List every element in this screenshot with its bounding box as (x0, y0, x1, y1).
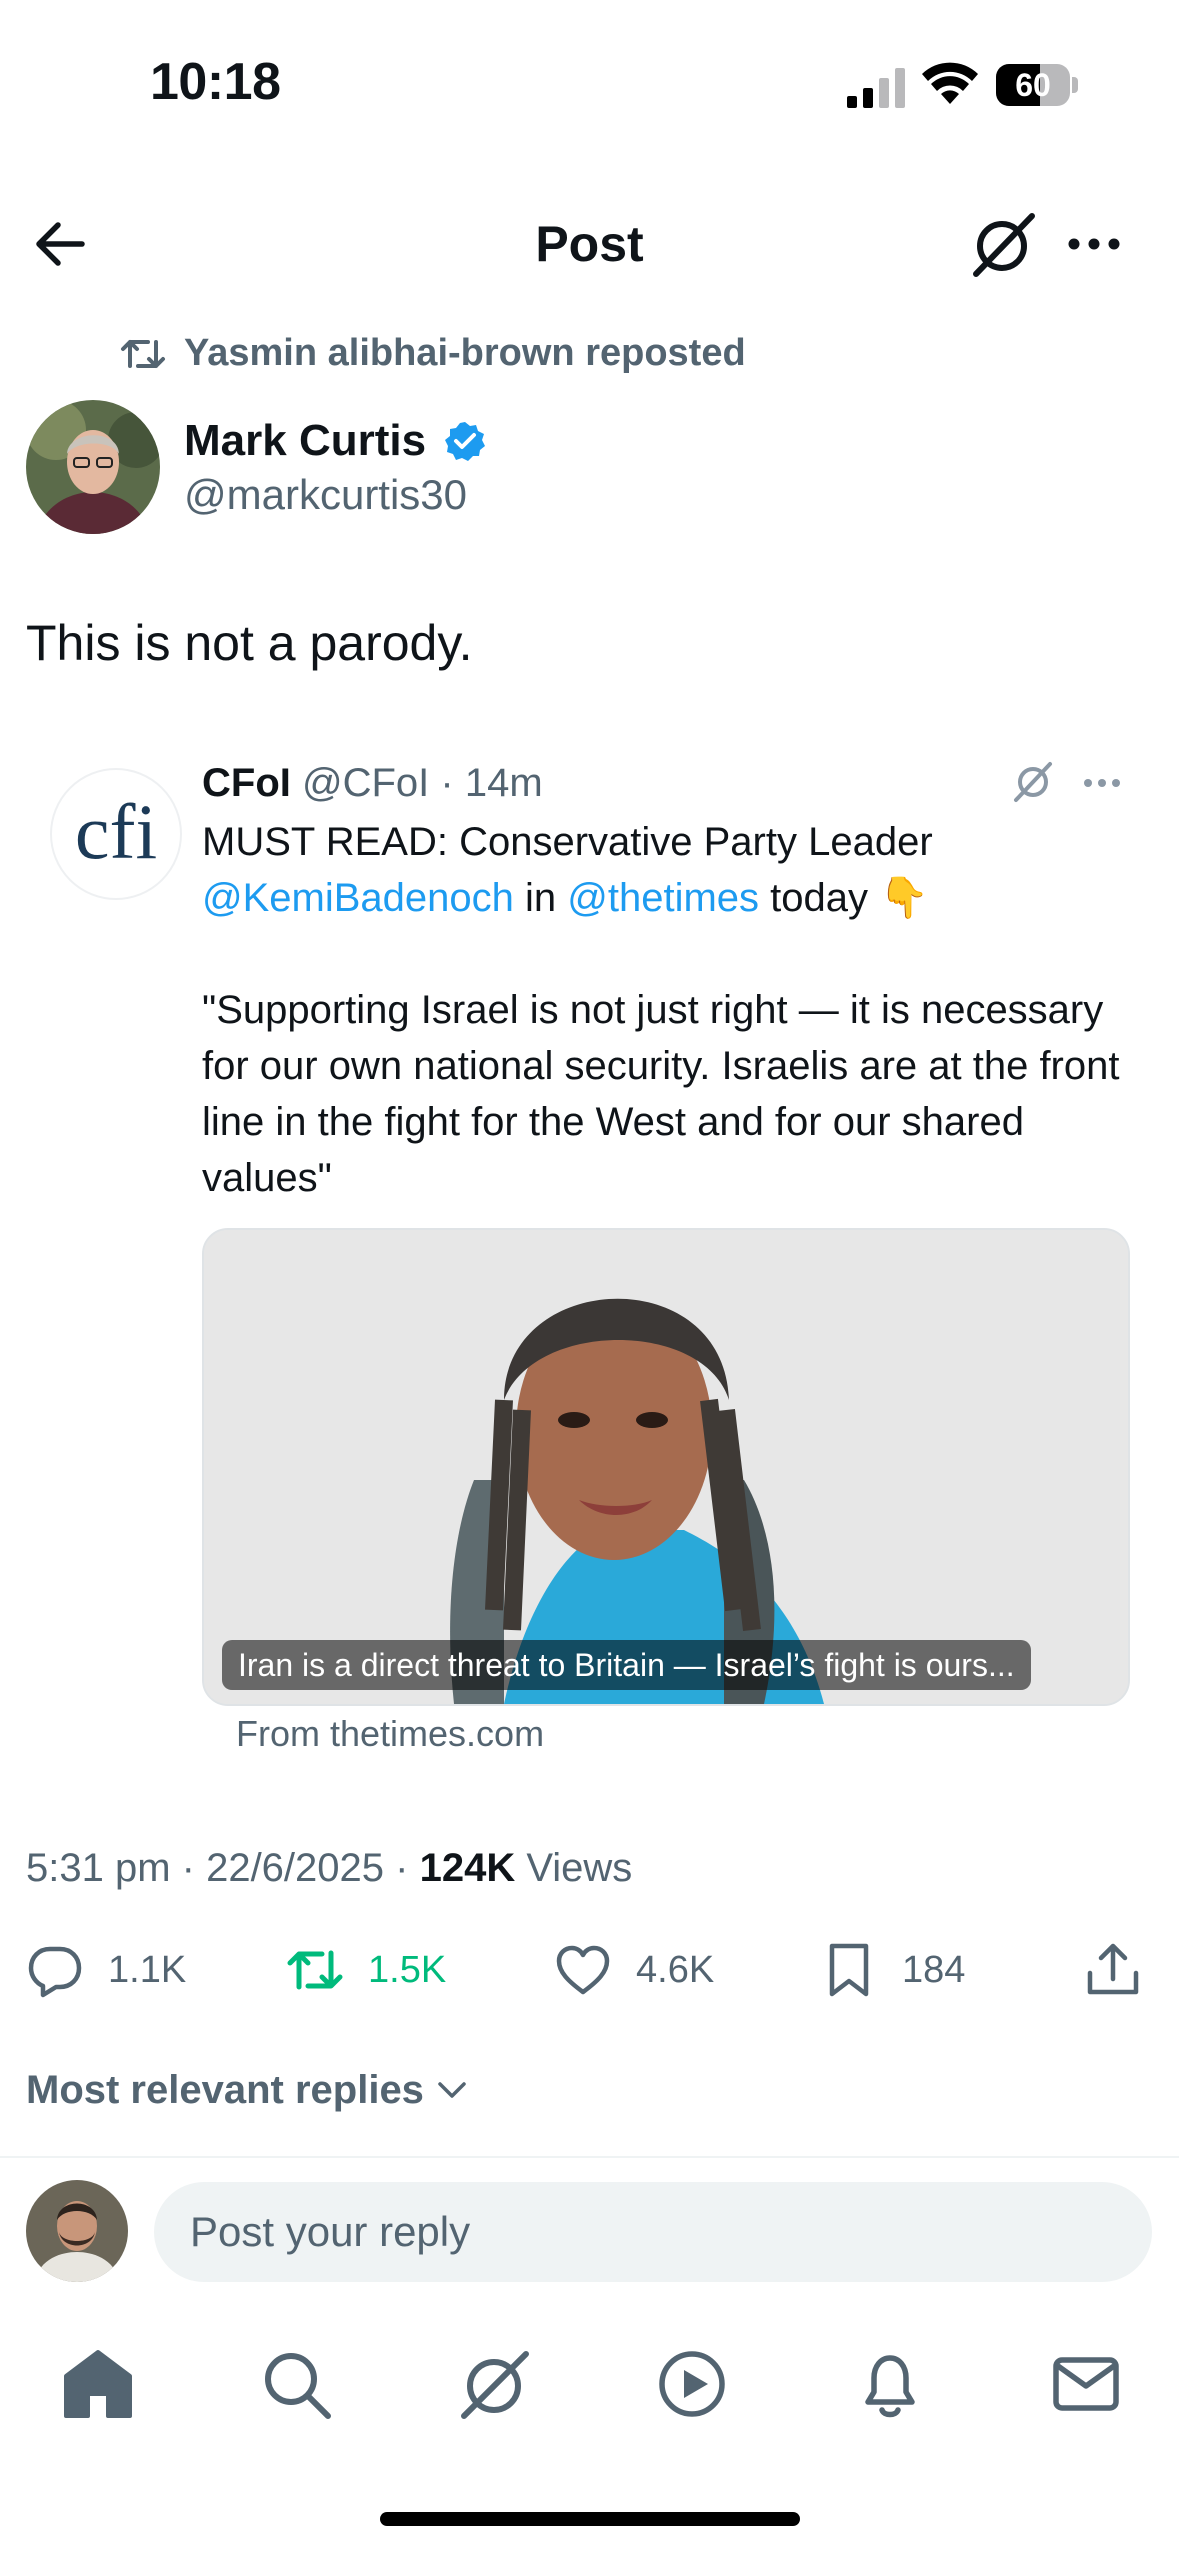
repost-icon (121, 340, 165, 368)
quoted-text: MUST READ: Conservative Party Leader @Kem… (202, 814, 1142, 1206)
views-label: Views (515, 1846, 633, 1890)
quoted-word: in (513, 876, 568, 920)
notifications-icon[interactable] (852, 2346, 928, 2422)
grok-icon[interactable] (1010, 758, 1056, 804)
post-meta: 5:31 pm · 22/6/2025 · 124K Views (26, 1842, 632, 1894)
link-card-source[interactable]: From thetimes.com (236, 1710, 544, 1758)
repost-banner[interactable]: Yasmin alibhai-brown reposted (184, 330, 746, 376)
post-timestamp: 5:31 pm · 22/6/2025 · (26, 1846, 420, 1890)
divider (0, 2156, 1179, 2158)
verified-badge-icon (445, 422, 485, 461)
views-count: 124K (419, 1846, 516, 1890)
repost-button[interactable]: 1.5K (286, 1940, 446, 2000)
replies-sort-label: Most relevant replies (26, 2068, 424, 2112)
quoted-word: today 👇 (759, 876, 929, 920)
status-time: 10:18 (150, 53, 281, 111)
bookmark-count: 184 (902, 1948, 966, 1991)
search-icon[interactable] (258, 2346, 334, 2422)
bookmark-button[interactable]: 184 (820, 1940, 965, 2000)
home-icon[interactable] (60, 2346, 136, 2422)
quoted-header[interactable]: CFoI @CFoI · 14m (202, 756, 543, 810)
quoted-line: MUST READ: Conservative Party Leader (202, 820, 933, 864)
link-card-title: Iran is a direct threat to Britain — Isr… (222, 1640, 1031, 1690)
wifi-icon (922, 62, 978, 104)
link-card-image[interactable] (202, 1228, 1130, 1706)
mention-link[interactable]: @thetimes (567, 876, 759, 920)
reply-icon (28, 1946, 82, 1998)
grok-icon[interactable] (456, 2346, 532, 2422)
grok-icon[interactable] (966, 208, 1038, 280)
home-indicator (380, 2512, 800, 2526)
avatar[interactable] (26, 400, 160, 534)
more-icon[interactable] (1064, 222, 1124, 266)
battery-percent: 60 (1015, 67, 1051, 103)
author-handle[interactable]: @markcurtis30 (184, 468, 467, 522)
reply-input[interactable] (154, 2182, 1152, 2282)
share-icon (1087, 1943, 1139, 1995)
messages-icon[interactable] (1048, 2346, 1124, 2422)
reply-button[interactable]: 1.1K (26, 1940, 186, 2000)
current-user-avatar[interactable] (26, 2180, 128, 2282)
like-icon (556, 1945, 610, 1995)
author-name[interactable]: Mark Curtis (184, 414, 426, 468)
replies-sort-dropdown[interactable]: Most relevant replies (26, 2064, 470, 2116)
mention-link[interactable]: @KemiBadenoch (202, 876, 514, 920)
video-icon[interactable] (654, 2346, 730, 2422)
quoted-quote: "Supporting Israel is not just right — i… (202, 988, 1120, 1200)
battery-icon: 60 (996, 64, 1078, 108)
quoted-author-name[interactable]: CFoI (202, 761, 291, 805)
quoted-avatar-logo: cfi (75, 788, 157, 875)
post-text: This is not a parody. (26, 615, 473, 671)
chevron-down-icon (438, 2082, 466, 2098)
quoted-handle-time: @CFoI · 14m (290, 761, 543, 805)
more-icon[interactable] (1080, 770, 1124, 796)
repost-icon (287, 1950, 343, 1990)
cellular-signal-icon (847, 68, 905, 108)
quoted-avatar[interactable]: cfi (50, 768, 182, 900)
bookmark-icon (829, 1943, 869, 1997)
reply-count: 1.1K (108, 1948, 187, 1991)
like-button[interactable]: 4.6K (554, 1940, 714, 2000)
like-count: 4.6K (636, 1948, 715, 1991)
repost-count: 1.5K (368, 1948, 447, 1991)
share-button[interactable] (1084, 1940, 1166, 2000)
